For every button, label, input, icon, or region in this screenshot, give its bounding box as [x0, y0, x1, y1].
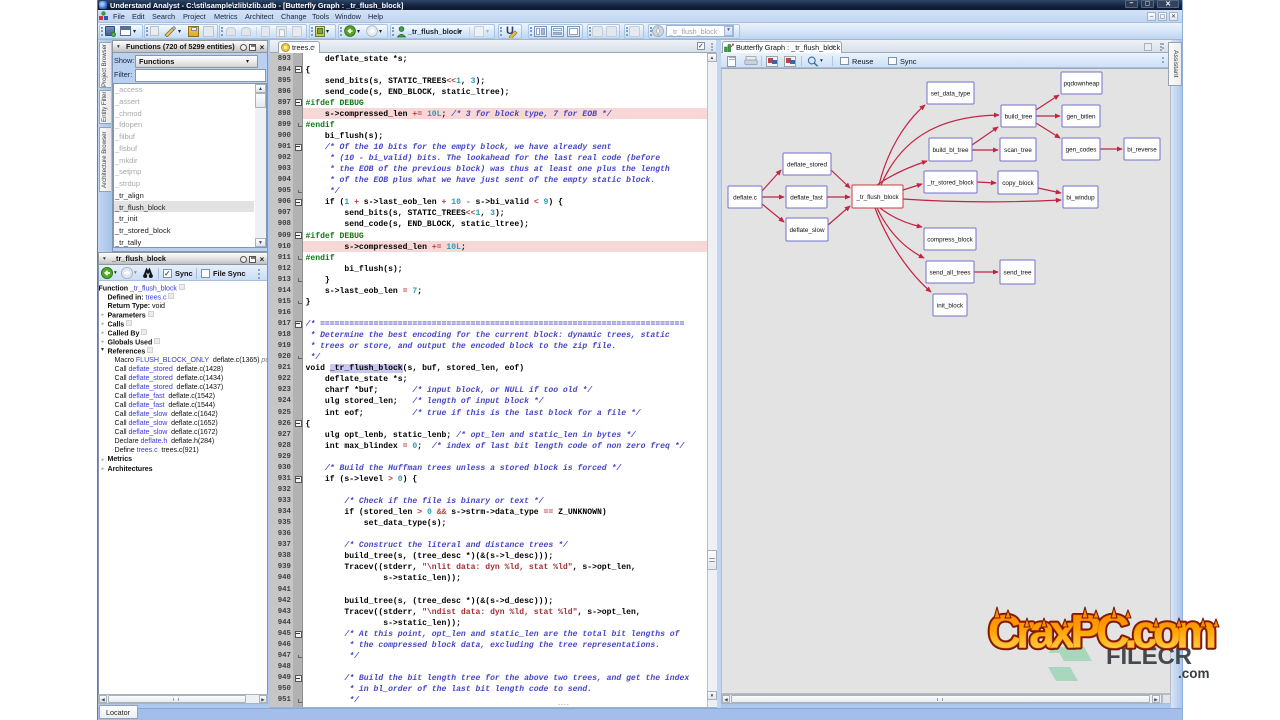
- svg-text:deflate.c: deflate.c: [733, 194, 757, 201]
- svg-text:pqdownheap: pqdownheap: [1063, 80, 1100, 87]
- svg-text:deflate_fast: deflate_fast: [790, 194, 823, 201]
- svg-text:deflate_stored: deflate_stored: [787, 161, 827, 168]
- svg-text:bi_reverse: bi_reverse: [1127, 146, 1157, 153]
- svg-text:send_all_trees: send_all_trees: [930, 269, 971, 276]
- svg-text:.com: .com: [1178, 666, 1210, 681]
- svg-text:send_tree: send_tree: [1003, 269, 1032, 276]
- svg-text:_tr_flush_block: _tr_flush_block: [855, 194, 899, 201]
- svg-text:build_bl_tree: build_bl_tree: [932, 147, 969, 154]
- svg-text:_tr_stored_block: _tr_stored_block: [926, 179, 974, 186]
- svg-text:gen_codes: gen_codes: [1066, 146, 1097, 153]
- svg-text:build_tree: build_tree: [1005, 113, 1033, 120]
- svg-text:gen_bitlen: gen_bitlen: [1066, 113, 1096, 120]
- svg-text:bi_windup: bi_windup: [1066, 194, 1095, 201]
- svg-text:init_block: init_block: [937, 302, 964, 309]
- svg-text:CraxPC.com: CraxPC.com: [988, 606, 1216, 658]
- svg-text:compress_block: compress_block: [927, 236, 973, 243]
- svg-text:scan_tree: scan_tree: [1004, 147, 1032, 154]
- svg-text:copy_block: copy_block: [1002, 180, 1034, 187]
- svg-text:set_data_type: set_data_type: [931, 90, 971, 97]
- svg-text:deflate_slow: deflate_slow: [789, 227, 824, 234]
